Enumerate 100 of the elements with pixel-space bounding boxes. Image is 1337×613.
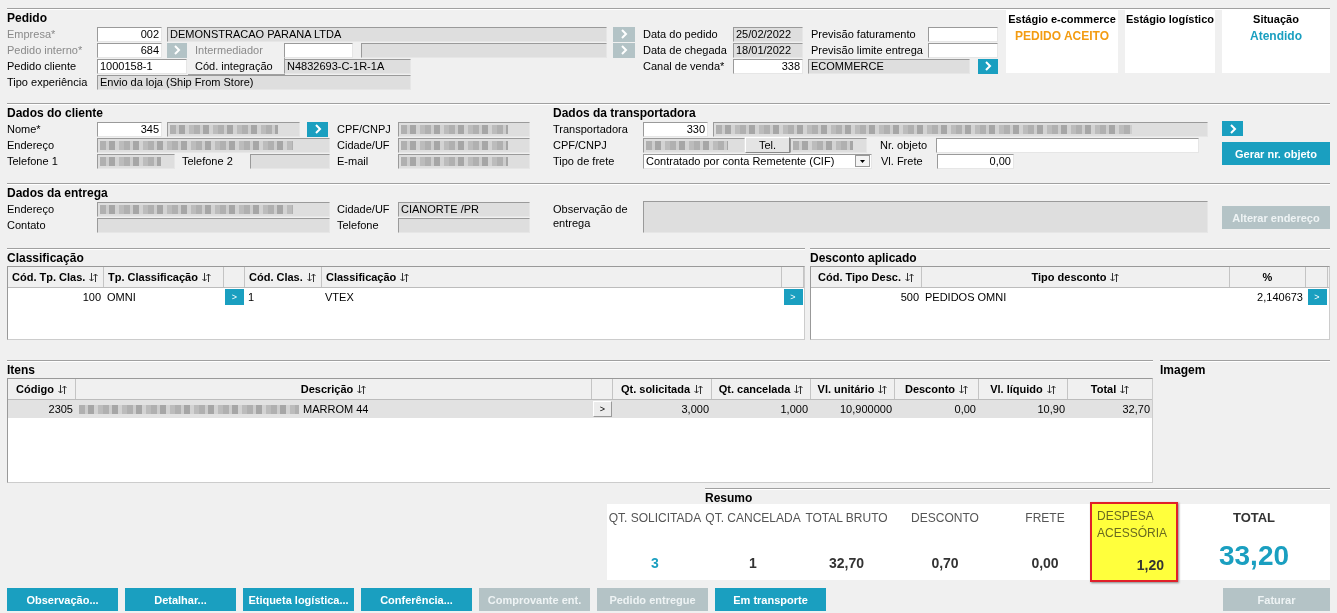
field-label: Endereço (7, 201, 56, 217)
column-header[interactable]: Tp. Classificação (104, 267, 224, 287)
table-row[interactable]: 2305 MARROM 44 > 3,000 1,000 10,900000 0,00 10,90 32,70 (8, 400, 1152, 418)
input-field[interactable]: 330 (643, 121, 708, 137)
field-label: Tipo de frete (553, 153, 616, 169)
column-header[interactable]: Cód. Tipo Desc. (811, 267, 922, 287)
field-label: Contato (7, 217, 47, 233)
readonly-field: DEMONSTRACAO PARANA LTDA (167, 26, 607, 42)
field-label: Endereço (7, 137, 56, 153)
chevron-right-icon (173, 45, 181, 55)
table-cell-text: 100 (81, 290, 102, 305)
metric-value: 3 (651, 554, 659, 572)
metric-value: 0,70 (931, 554, 959, 572)
input-field[interactable] (928, 26, 998, 42)
table-cell-text: 3,000 (680, 402, 710, 417)
field-label: Canal de venda* (643, 58, 726, 74)
table-cell-text: 10,900000 (839, 402, 893, 417)
column-header[interactable]: Tipo desconto (922, 267, 1230, 287)
input-field[interactable]: 345 (97, 121, 162, 137)
field-label: Nr. objeto (880, 137, 929, 153)
table-cell-text: 0,00 (953, 402, 977, 417)
readonly-field: N4832693-C-1R-1A (284, 58, 411, 74)
metric-value: 1,20 (1135, 556, 1164, 574)
sort-icon (1046, 384, 1056, 394)
sort-icon (878, 384, 888, 394)
table-cell-text: 2305 (47, 402, 74, 417)
field-label: Pedido interno* (7, 42, 84, 58)
lookup-button[interactable] (978, 58, 998, 74)
status-value: Atendido (1250, 28, 1302, 44)
column-header[interactable]: Descrição (76, 379, 592, 399)
column-header[interactable]: Vl. líquido (979, 379, 1068, 399)
field-label: Previsão faturamento (811, 26, 917, 42)
field-label: Cidade/UF (337, 201, 391, 217)
readonly-field: CIANORTE /PR (398, 201, 530, 217)
metric-value: 1 (749, 554, 757, 572)
metric-value: 33,20 (1218, 540, 1290, 572)
field-label: Pedido cliente (7, 58, 78, 74)
field-label: E-mail (337, 153, 370, 169)
metric-label: QT. CANCELADA (705, 510, 801, 526)
table-cell-text: 10,90 (1036, 402, 1066, 417)
table-cell: MARROM 44 (303, 403, 369, 415)
readonly-field: ECOMMERCE (808, 58, 970, 74)
chevron-right-icon (984, 61, 992, 71)
column-header[interactable]: % (1230, 267, 1306, 287)
sort-icon (201, 272, 211, 282)
input-field[interactable]: 0,00 (937, 153, 1014, 169)
tel-button[interactable]: Tel. (745, 137, 790, 153)
table-cell-text: 500 (899, 290, 920, 305)
column-header[interactable]: Vl. unitário (811, 379, 895, 399)
dropdown-field[interactable]: Contratado por conta Remetente (CIF) (643, 153, 872, 169)
readonly-field: 25/02/2022 (733, 26, 803, 42)
metric-label: TOTAL BRUTO (805, 510, 888, 526)
table-cell-text: PEDIDOS OMNI (924, 290, 1008, 305)
metric-value: 32,70 (828, 554, 864, 572)
metric-label: FRETE (1025, 510, 1065, 526)
column-header[interactable]: Classificação (322, 267, 782, 287)
sort-icon (694, 384, 704, 394)
section-title: Pedido (7, 11, 48, 25)
sort-icon (1110, 272, 1120, 282)
metric-label: QT. SOLICITADA (608, 510, 702, 526)
section-title: Imagem (1160, 363, 1207, 377)
row-action-button[interactable]: > (593, 401, 612, 417)
input-field[interactable] (928, 42, 998, 58)
sort-icon (1120, 384, 1130, 394)
column-header[interactable]: Cód. Clas. (245, 267, 322, 287)
input-field[interactable] (936, 137, 1199, 153)
field-label: Previsão limite entrega (811, 42, 924, 58)
column-header[interactable]: Total (1068, 379, 1152, 399)
column-header[interactable]: Qt. solicitada (613, 379, 712, 399)
section-title: Classificação (7, 251, 85, 265)
field-label: Tipo experiência (7, 74, 89, 90)
caret-down-icon (855, 155, 870, 167)
field-label: Telefone 2 (182, 153, 234, 169)
sort-icon (904, 272, 914, 282)
lookup-button[interactable] (307, 121, 328, 137)
field-label: Data do pedido (643, 26, 719, 42)
chevron-right-icon (1228, 123, 1237, 134)
card-title: Situação (1253, 12, 1299, 26)
redacted-text (793, 140, 854, 150)
chevron-right-icon (313, 124, 322, 134)
input-field[interactable]: 1000158-1 (97, 58, 187, 74)
field-label: Data de chegada (643, 42, 728, 58)
field-label: Telefone (337, 217, 380, 233)
field-label: CPF/CNPJ (337, 121, 392, 137)
section-title: Dados da entrega (7, 186, 109, 200)
input-field[interactable]: 338 (733, 58, 803, 74)
status-value: PEDIDO ACEITO (1015, 28, 1109, 44)
redacted-text (100, 156, 162, 166)
column-header[interactable]: Cód. Tp. Clas. (8, 267, 104, 287)
lookup-button[interactable] (1222, 121, 1243, 136)
sort-icon (89, 272, 99, 282)
table-cell-text: VTEX (324, 290, 355, 305)
field-label: Vl. Frete (881, 153, 924, 169)
card-title: Estágio e-commerce (1008, 12, 1116, 26)
field-label: CPF/CNPJ (553, 137, 608, 153)
column-header[interactable]: Qt. cancelada (712, 379, 811, 399)
column-header[interactable]: Código (8, 379, 76, 399)
sort-icon (57, 384, 67, 394)
column-header[interactable]: Desconto (895, 379, 979, 399)
field-label: Observação de entrega (553, 202, 629, 230)
